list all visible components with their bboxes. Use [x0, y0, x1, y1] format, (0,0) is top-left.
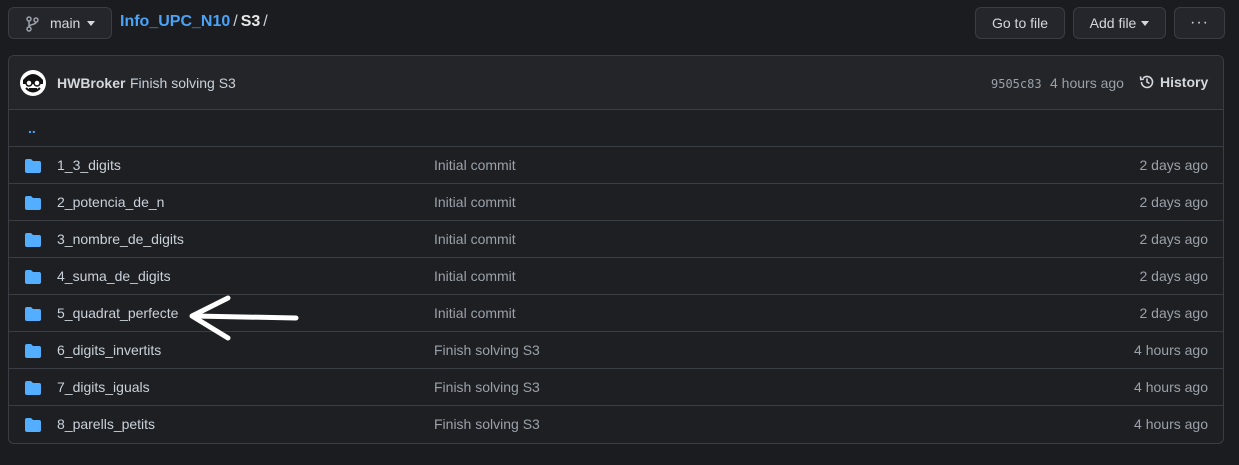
breadcrumb-separator: /: [263, 13, 268, 30]
more-options-button[interactable]: ···: [1174, 7, 1225, 39]
add-file-button[interactable]: Add file: [1073, 7, 1166, 39]
table-row[interactable]: 7_digits_iguals Finish solving S3 4 hours …: [9, 369, 1223, 406]
folder-icon: [25, 233, 41, 247]
table-row[interactable]: 8_parells_petits Finish solving S3 4 hours…: [9, 406, 1223, 443]
breadcrumb: Info_UPC_N10/S3/: [120, 13, 271, 31]
file-commit-age: 2 days ago: [1139, 231, 1209, 247]
history-label: History: [1160, 74, 1209, 90]
file-browser-panel: HWBroker Finish solving S3 9505c83 4 hou…: [8, 55, 1224, 444]
file-commit-age: 2 days ago: [1139, 305, 1209, 321]
add-file-label: Add file: [1089, 15, 1137, 31]
table-row[interactable]: 3_nombre_de_digits Initial commit 2 days a…: [9, 221, 1223, 258]
table-row[interactable]: 4_suma_de_digits Initial commit 2 days ago: [9, 258, 1223, 295]
folder-icon: [25, 381, 41, 395]
file-name-link[interactable]: 6_digits_invertits: [57, 342, 161, 358]
file-commit-age: 4 hours ago: [1134, 416, 1208, 432]
commit-sha[interactable]: 9505c83: [991, 77, 1042, 91]
author-avatar-icon: [20, 70, 46, 96]
file-name-link[interactable]: 7_digits_iguals: [57, 379, 150, 395]
go-to-file-label: Go to file: [991, 15, 1049, 31]
file-commit-message[interactable]: Finish solving S3: [434, 416, 540, 432]
breadcrumb-current-folder: S3: [240, 13, 261, 30]
breadcrumb-repo-link[interactable]: Info_UPC_N10: [120, 13, 230, 30]
file-name-link[interactable]: 5_quadrat_perfecte: [57, 305, 178, 321]
folder-icon: [25, 270, 41, 284]
file-commit-age: 2 days ago: [1139, 157, 1209, 173]
go-to-file-button[interactable]: Go to file: [975, 7, 1065, 39]
file-commit-message[interactable]: Initial commit: [434, 194, 516, 210]
kebab-menu-icon: ···: [1190, 14, 1209, 31]
avatar[interactable]: [20, 70, 46, 96]
folder-icon: [25, 418, 41, 432]
commit-message[interactable]: Finish solving S3: [130, 75, 236, 91]
commit-author[interactable]: HWBroker: [57, 75, 125, 91]
commit-time: 4 hours ago: [1050, 75, 1124, 91]
folder-icon: [25, 196, 41, 210]
file-name-link[interactable]: 2_potencia_de_n: [57, 194, 164, 210]
folder-icon: [25, 344, 41, 358]
arrow-left-icon: [189, 295, 299, 341]
file-commit-message[interactable]: Initial commit: [434, 305, 516, 321]
breadcrumb-separator: /: [233, 13, 238, 30]
parent-directory-link[interactable]: ..: [28, 120, 36, 136]
top-toolbar: main Info_UPC_N10/S3/ Go to file Add fil…: [8, 7, 1225, 39]
latest-commit-bar: HWBroker Finish solving S3 9505c83 4 hou…: [9, 56, 1223, 110]
folder-icon: [25, 159, 41, 173]
file-commit-message[interactable]: Initial commit: [434, 268, 516, 284]
file-commit-age: 2 days ago: [1139, 194, 1209, 210]
file-commit-message[interactable]: Finish solving S3: [434, 342, 540, 358]
file-commit-age: 2 days ago: [1139, 268, 1209, 284]
file-name-link[interactable]: 4_suma_de_digits: [57, 268, 171, 284]
table-row[interactable]: 2_potencia_de_n Initial commit 2 days ago: [9, 184, 1223, 221]
chevron-down-icon: [1141, 20, 1150, 26]
branch-selector-button[interactable]: main: [8, 7, 112, 39]
branch-name: main: [50, 15, 81, 31]
git-branch-icon: [26, 16, 39, 32]
table-row[interactable]: 1_3_digits Initial commit 2 days ago: [9, 147, 1223, 184]
file-name-link[interactable]: 1_3_digits: [57, 157, 121, 173]
file-commit-age: 4 hours ago: [1134, 379, 1208, 395]
file-commit-message[interactable]: Finish solving S3: [434, 379, 540, 395]
file-name-link[interactable]: 8_parells_petits: [57, 416, 155, 432]
history-button[interactable]: History: [1139, 74, 1208, 90]
parent-directory-row[interactable]: ..: [9, 110, 1223, 147]
history-clock-icon: [1139, 75, 1154, 89]
file-commit-age: 4 hours ago: [1134, 342, 1208, 358]
chevron-down-icon: [87, 21, 95, 26]
file-name-link[interactable]: 3_nombre_de_digits: [57, 231, 184, 247]
file-commit-message[interactable]: Initial commit: [434, 231, 516, 247]
folder-icon: [25, 307, 41, 321]
file-commit-message[interactable]: Initial commit: [434, 157, 516, 173]
